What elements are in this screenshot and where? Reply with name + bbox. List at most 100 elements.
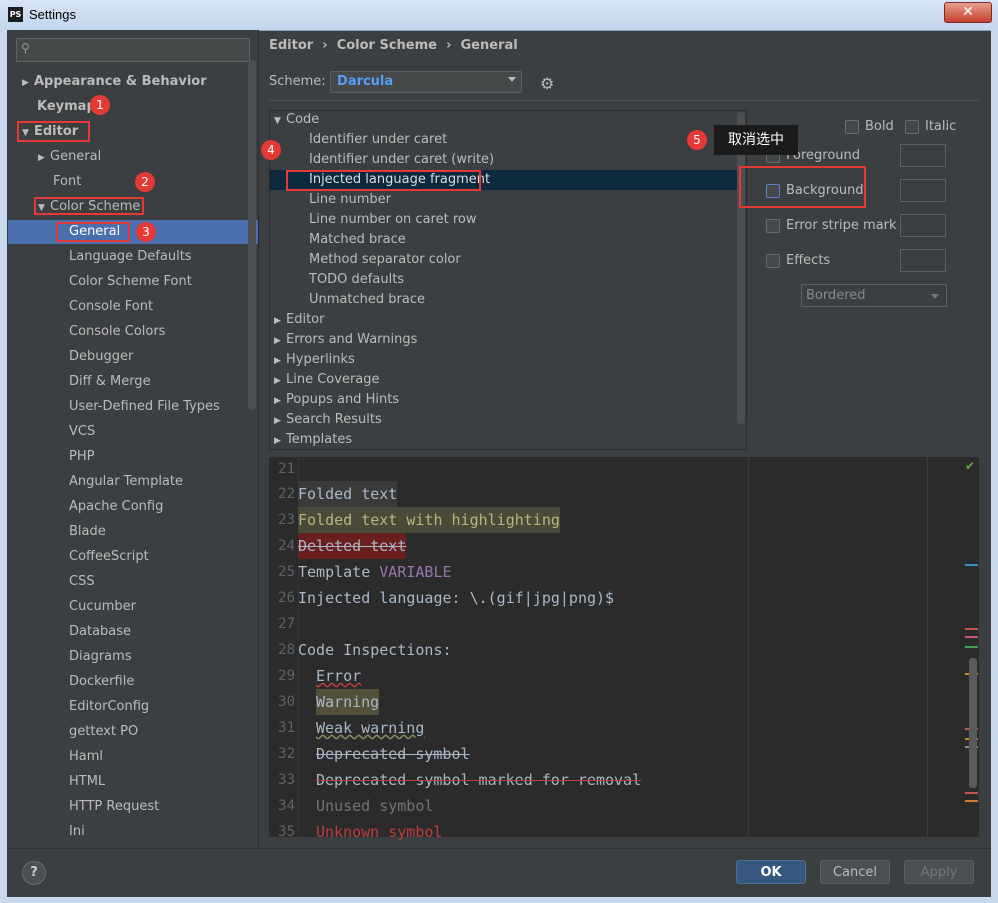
sidebar-item-angular-template[interactable]: Angular Template [69,469,183,494]
annotation-box-general [56,222,130,242]
sidebar-item-ini[interactable]: Ini [69,819,85,844]
sidebar-item-editorconfig[interactable]: EditorConfig [69,694,149,719]
expand-arrow-icon: ▶ [274,336,281,346]
expand-arrow-icon: ▶ [274,356,281,366]
line-number: 31 [278,720,295,736]
scheme-dropdown-value: Darcula [337,74,394,89]
sidebar-item-http-request[interactable]: HTTP Request [69,794,159,819]
category-group[interactable]: ▶ Popups and Hints [274,390,399,410]
editor-scrollbar[interactable] [969,658,977,788]
sidebar-item-blade[interactable]: Blade [69,519,106,544]
sidebar-item-php[interactable]: PHP [69,444,94,469]
category-group[interactable]: ▶ Errors and Warnings [274,330,417,350]
sidebar-item-css[interactable]: CSS [69,569,95,594]
category-group[interactable]: ▶ Templates [274,430,352,450]
sidebar-item-console-font[interactable]: Console Font [69,294,153,319]
sidebar-item-general[interactable]: ▶ General [38,144,101,169]
breadcrumb: Editor › Color Scheme › General [269,38,518,53]
line-number: 29 [278,668,295,684]
sidebar-item-appearance[interactable]: ▶ Appearance & Behavior [22,69,207,94]
category-item[interactable]: Matched brace [309,230,406,250]
sidebar-item-language-defaults[interactable]: Language Defaults [69,244,192,269]
annotation-badge-2: 2 [135,172,155,192]
category-group[interactable]: ▶ Line Coverage [274,370,380,390]
category-item[interactable]: TODO defaults [309,270,404,290]
chevron-down-icon [931,294,939,299]
sidebar-item-color-scheme-font[interactable]: Color Scheme Font [69,269,192,294]
code-unused-symbol: Unused symbol [316,797,434,815]
annotation-badge-4: 4 [261,140,281,160]
category-item[interactable]: Line number on caret row [309,210,476,230]
sidebar-item-debugger[interactable]: Debugger [69,344,133,369]
category-item[interactable]: Identifier under caret [309,130,447,150]
category-code[interactable]: ▼ Code [274,110,319,130]
annotation-tooltip: 取消选中 [714,125,798,155]
category-item[interactable]: Method separator color [309,250,461,270]
effects-color-swatch[interactable] [900,249,946,272]
category-item[interactable]: Identifier under caret (write) [309,150,494,170]
code-deprecated-removal: Deprecated symbol marked for removal [316,771,642,789]
search-field[interactable] [37,40,241,60]
sidebar-item-cucumber[interactable]: Cucumber [69,594,136,619]
sidebar-item-vcs[interactable]: VCS [69,419,95,444]
italic-checkbox[interactable]: Italic [905,116,956,138]
category-item[interactable]: Line number [309,190,391,210]
window-close-button[interactable]: ✕ [944,2,992,23]
sidebar-item-font[interactable]: Font [53,169,81,194]
scheme-label: Scheme: [269,74,326,89]
line-number: 25 [278,564,295,580]
sidebar-scrollbar[interactable] [248,60,256,410]
sidebar-item-diagrams[interactable]: Diagrams [69,644,132,669]
line-number: 32 [278,746,295,762]
stripe-mark [965,792,978,794]
settings-search-input[interactable]: ⚲ [16,38,250,62]
error-stripe-checkbox[interactable]: Error stripe mark [766,215,897,237]
expand-arrow-icon: ▶ [274,416,281,426]
sidebar-item-dockerfile[interactable]: Dockerfile [69,669,134,694]
sidebar-item-user-defined-file-types[interactable]: User-Defined File Types [69,394,220,419]
error-stripe-color-swatch[interactable] [900,214,946,237]
category-tree-scrollbar[interactable] [737,112,745,424]
gear-icon[interactable]: ⚙ [540,74,554,93]
code-unknown-symbol: Unknown symbol [316,823,443,841]
sidebar-item-apache-config[interactable]: Apache Config [69,494,163,519]
right-margin-line [748,457,749,837]
expand-arrow-icon: ▶ [274,396,281,406]
ok-button[interactable]: OK [736,860,806,884]
code-template-line: Template VARIABLE [298,563,452,581]
sidebar-item-haml[interactable]: Haml [69,744,103,769]
category-item[interactable]: Unmatched brace [309,290,425,310]
sidebar-item-keymap[interactable]: Keymap [37,94,96,119]
window-titlebar [0,0,998,31]
code-folded-text: Folded text [298,481,398,507]
category-group[interactable]: ▶ Hyperlinks [274,350,355,370]
background-color-swatch[interactable] [900,179,946,202]
inspection-ok-icon: ✔ [965,459,976,473]
apply-button[interactable]: Apply [904,860,974,884]
sidebar-item-diff-merge[interactable]: Diff & Merge [69,369,151,394]
foreground-color-swatch[interactable] [900,144,946,167]
bold-checkbox[interactable]: Bold [845,116,894,138]
category-group[interactable]: ▶ Editor [274,310,324,330]
annotation-badge-5: 5 [687,130,707,150]
code-injected-language: Injected language: \.(gif|jpg|png)$ [298,589,615,607]
effects-checkbox[interactable]: Effects [766,250,830,272]
annotation-badge-3: 3 [136,222,156,242]
stripe-mark [965,628,978,630]
window-frame-left [0,30,7,903]
sidebar-item-gettext-po[interactable]: gettext PO [69,719,138,744]
sidebar-item-html[interactable]: HTML [69,769,105,794]
annotation-badge-1: 1 [90,95,110,115]
sidebar-item-database[interactable]: Database [69,619,131,644]
help-button[interactable]: ? [22,861,46,885]
line-number: 23 [278,512,295,528]
code-deprecated-symbol: Deprecated symbol [316,745,470,763]
line-number: 34 [278,798,295,814]
sidebar-item-coffeescript[interactable]: CoffeeScript [69,544,149,569]
stripe-mark [965,564,978,566]
stripe-mark [965,646,978,648]
expand-arrow-icon: ▶ [274,436,281,446]
category-group[interactable]: ▶ Search Results [274,410,382,430]
cancel-button[interactable]: Cancel [820,860,890,884]
sidebar-item-console-colors[interactable]: Console Colors [69,319,165,344]
